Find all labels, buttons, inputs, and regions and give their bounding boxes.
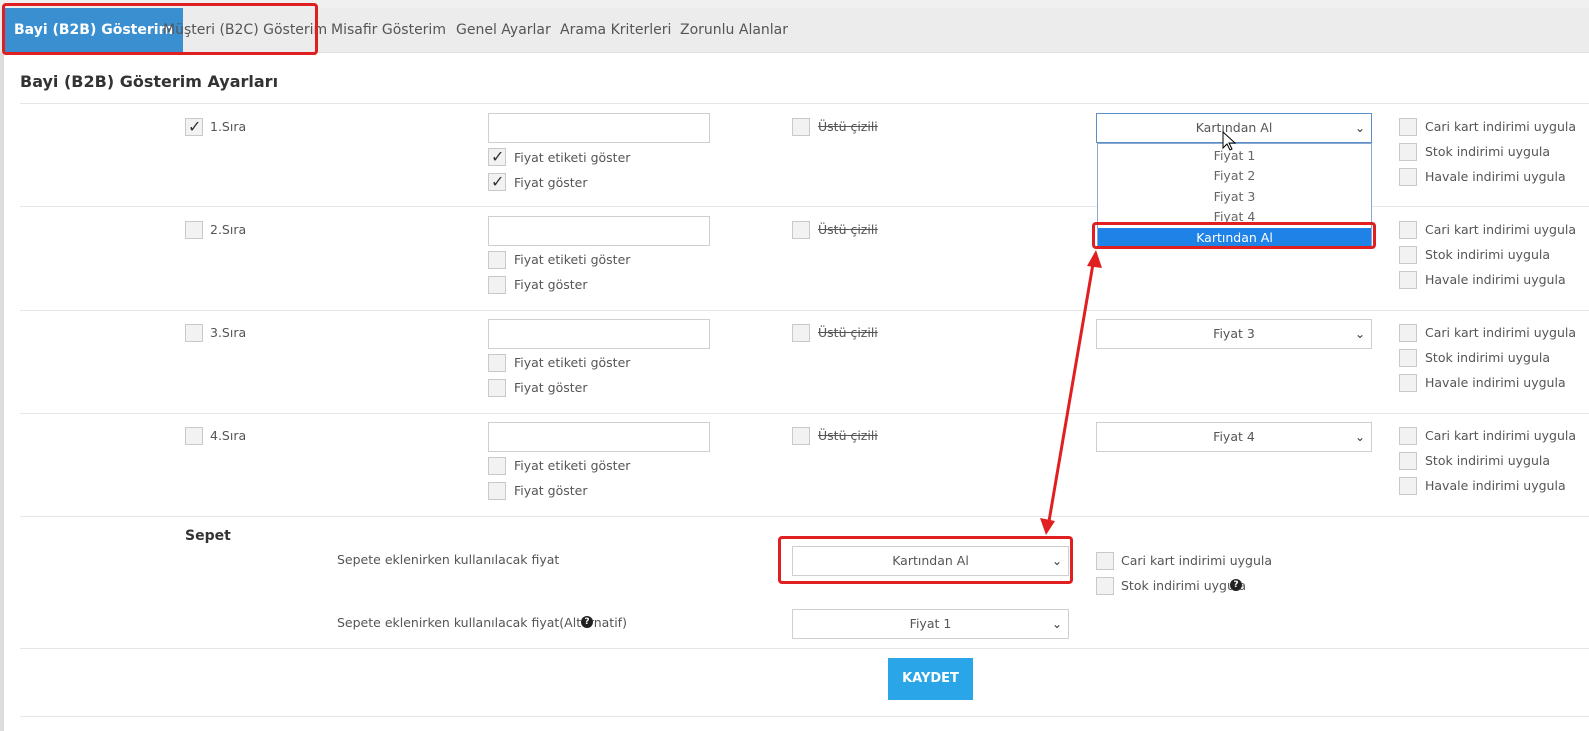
annotation-arrow xyxy=(1040,250,1102,535)
mouse-cursor-icon xyxy=(1222,131,1236,151)
